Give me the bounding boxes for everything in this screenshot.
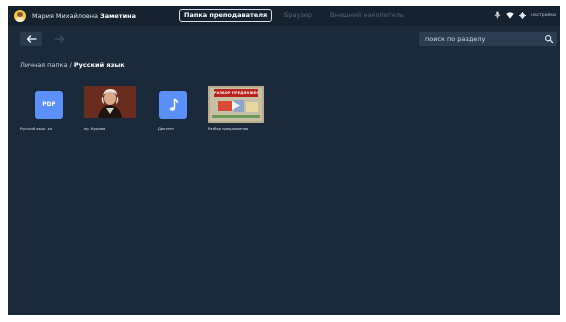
microphone-icon[interactable] <box>494 11 501 19</box>
pdf-file-icon[interactable]: PDF <box>35 91 63 119</box>
file-label: Диктант <box>158 127 175 131</box>
portrait-image <box>84 86 136 118</box>
music-note-icon <box>170 98 179 111</box>
search-icon[interactable] <box>544 34 554 44</box>
audio-file-icon[interactable] <box>159 91 187 119</box>
breadcrumb-current: Русский язык <box>73 61 125 69</box>
app-window: Мария Михайловна Заметина Папка преподав… <box>8 6 560 315</box>
video-thumbnail-title: РАЗБОР ПРЕДЛОЖЕНИЯ <box>214 91 258 95</box>
tab-teacher-folder[interactable]: Папка преподавателя <box>179 9 273 22</box>
file-label: Русский язык. кл <box>20 127 53 131</box>
top-icons: настройки <box>494 11 556 19</box>
wifi-icon[interactable] <box>506 11 514 19</box>
file-label: пр. Крылов <box>84 127 106 131</box>
image-thumbnail[interactable] <box>84 86 136 118</box>
breadcrumb-root[interactable]: Личная папка <box>20 61 68 69</box>
pdf-badge: PDF <box>42 101 56 108</box>
user-last-name: Заметина <box>100 12 137 20</box>
tab-external-drive[interactable]: Внешний накопитель <box>330 10 404 21</box>
gear-icon[interactable] <box>519 11 527 19</box>
settings-label[interactable]: настройки <box>531 13 556 18</box>
breadcrumb: Личная папка / Русский язык <box>20 61 125 69</box>
breadcrumb-separator: / <box>69 61 72 69</box>
search-input[interactable] <box>425 32 537 46</box>
top-bar: Мария Михайловна Заметина Папка преподав… <box>8 6 560 26</box>
user-avatar[interactable] <box>14 10 26 22</box>
forward-button[interactable] <box>48 32 70 46</box>
arrow-right-icon <box>53 35 64 43</box>
user-first-name: Мария Михайловна <box>32 12 98 20</box>
video-thumbnail[interactable]: РАЗБОР ПРЕДЛОЖЕНИЯ <box>208 86 264 123</box>
file-label: Разбор предложения <box>208 127 249 131</box>
arrow-left-icon <box>26 35 37 43</box>
back-button[interactable] <box>20 32 42 46</box>
tab-browser[interactable]: Браузер <box>284 10 312 21</box>
search-box <box>419 32 557 46</box>
user-name: Мария Михайловна Заметина <box>32 12 136 20</box>
